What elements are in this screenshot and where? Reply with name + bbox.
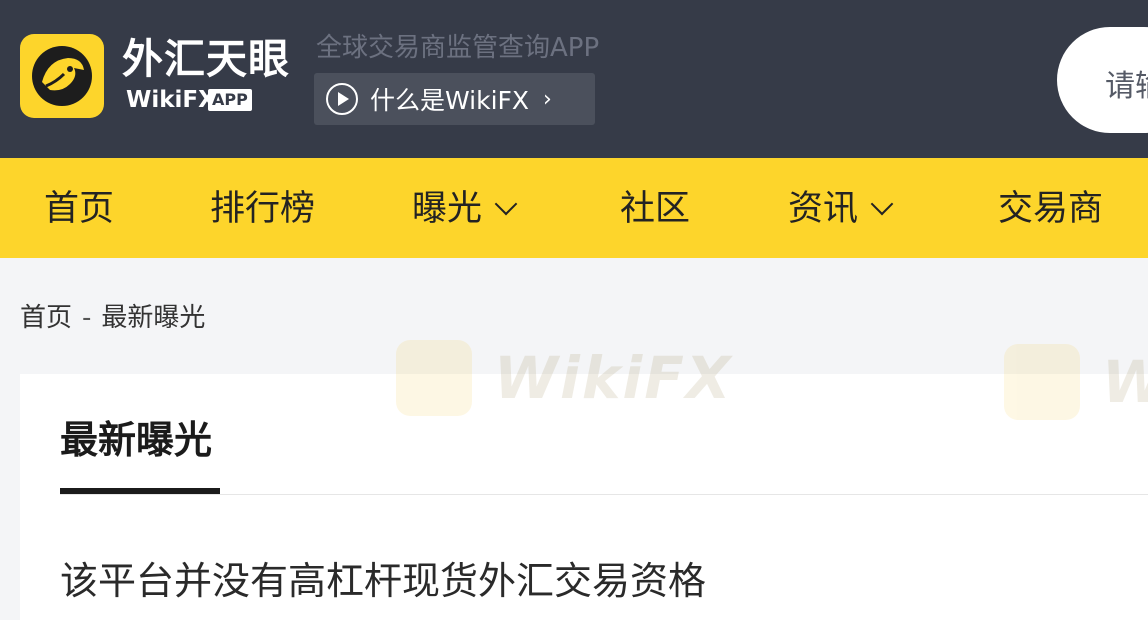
what-is-wikifx-button[interactable]: 什么是WikiFX › [314, 73, 595, 125]
content-card: 最新曝光 该平台并没有高杠杆现货外汇交易资格 [20, 374, 1148, 620]
nav-item-label: 排行榜 [210, 189, 316, 229]
nav-item-label: 曝光 [412, 189, 483, 229]
nav-item-brokers[interactable]: 交易商 [998, 188, 1103, 230]
nav-item-home[interactable]: 首页 [44, 188, 114, 230]
breadcrumb-current: 最新曝光 [101, 303, 206, 333]
section-title[interactable]: 最新曝光 [60, 416, 212, 464]
nav-item-news[interactable]: 资讯 [788, 188, 894, 230]
breadcrumb: 首页 - 最新曝光 [20, 300, 205, 336]
search-placeholder: 请输 [1105, 69, 1148, 104]
nav-item-label: 交易商 [998, 189, 1104, 229]
chevron-right-icon: › [543, 86, 552, 112]
nav-item-label: 资讯 [788, 189, 859, 229]
app-badge: APP [208, 89, 252, 111]
slogan: 全球交易商监管查询APP [316, 33, 600, 63]
main-nav: 首页 排行榜 曝光 社区 资讯 交易商 [0, 158, 1148, 258]
top-header: 外汇天眼 WikiFX APP 全球交易商监管查询APP 什么是WikiFX ›… [0, 0, 1148, 158]
chevron-down-icon [870, 192, 894, 216]
brand-name-cn[interactable]: 外汇天眼 [122, 36, 290, 82]
what-is-wikifx-label: 什么是WikiFX [370, 86, 530, 115]
wikifx-logo-icon[interactable] [20, 34, 104, 118]
search-input[interactable]: 请输 [1057, 27, 1148, 133]
nav-item-label: 首页 [44, 189, 115, 229]
play-circle-icon [326, 83, 358, 115]
breadcrumb-separator: - [82, 303, 92, 333]
nav-item-ranking[interactable]: 排行榜 [210, 188, 315, 230]
nav-item-label: 社区 [620, 189, 691, 229]
chevron-down-icon [494, 192, 518, 216]
brand-name-en[interactable]: WikiFX [126, 86, 216, 114]
nav-item-community[interactable]: 社区 [620, 188, 690, 230]
section-divider [60, 494, 1148, 495]
breadcrumb-home-link[interactable]: 首页 [20, 303, 72, 333]
article-title-link[interactable]: 该平台并没有高杠杆现货外汇交易资格 [60, 558, 706, 604]
nav-item-exposure[interactable]: 曝光 [412, 188, 518, 230]
